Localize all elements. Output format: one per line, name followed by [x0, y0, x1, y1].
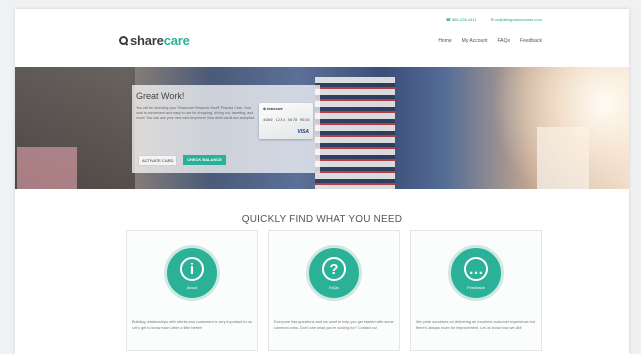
page-frame: ☎ 866-228-4411 ✉ cs@allsignaturecards.co…: [15, 9, 629, 354]
section-title: QUICKLY FIND WHAT YOU NEED: [241, 214, 403, 225]
question-icon: ?: [322, 257, 346, 281]
about-tile[interactable]: i About Building relationships with clie…: [126, 230, 258, 351]
feedback-tile[interactable]: … Feedback We pride ourselves on deliver…: [410, 230, 542, 351]
prepaid-card-image: ⊕ sharecare 4000 1234 5678 9010 VISA: [259, 103, 313, 139]
nav-faqs[interactable]: FAQs: [498, 38, 511, 44]
check-balance-button[interactable]: CHECK BALANCE: [183, 155, 226, 165]
faqs-tile[interactable]: ? FAQs Everyone has questions and we wan…: [268, 230, 400, 351]
email-link[interactable]: ✉ cs@allsignaturecards.com: [491, 17, 542, 22]
card-number: 4000 1234 5678 9010: [263, 118, 310, 122]
logo-suffix: care: [163, 33, 190, 48]
faqs-label: FAQs: [328, 285, 339, 290]
feedback-button[interactable]: … Feedback: [448, 245, 504, 301]
faqs-text: Everyone has questions and we want to he…: [274, 320, 394, 330]
hero-photo-bag: [17, 147, 77, 189]
feedback-text: We pride ourselves on delivering an exce…: [416, 320, 535, 330]
nav-home[interactable]: Home: [438, 38, 451, 44]
visa-logo: VISA: [297, 129, 309, 135]
logo-prefix: share: [130, 33, 164, 48]
chat-bubble-icon: …: [464, 257, 488, 281]
main-nav: Home My Account FAQs Feedback: [438, 38, 542, 44]
quick-links: i About Building relationships with clie…: [126, 230, 542, 351]
promo-panel: Great Work! You will be receiving your S…: [132, 85, 320, 173]
info-icon: i: [180, 257, 204, 281]
feedback-label: Feedback: [467, 285, 485, 290]
contact-bar: ☎ 866-228-4411 ✉ cs@allsignaturecards.co…: [446, 17, 542, 22]
about-button[interactable]: i About: [164, 245, 220, 301]
about-text: Building relationships with clients and …: [132, 320, 253, 330]
hero-photo-light: [469, 67, 629, 189]
logo-text: sharecare: [130, 33, 190, 48]
promo-title: Great Work!: [136, 91, 185, 101]
nav-feedback[interactable]: Feedback: [520, 38, 542, 44]
hero-banner: Great Work! You will be receiving your S…: [15, 67, 629, 189]
logo-icon: [119, 36, 128, 45]
sharecare-logo[interactable]: sharecare: [119, 33, 190, 48]
phone-link[interactable]: ☎ 866-228-4411: [446, 17, 477, 22]
promo-body: You will be receiving your Sharecare Rew…: [136, 106, 256, 120]
card-brand: ⊕ sharecare: [263, 107, 283, 111]
nav-my-account[interactable]: My Account: [462, 38, 488, 44]
faqs-button[interactable]: ? FAQs: [306, 245, 362, 301]
about-label: About: [186, 285, 198, 290]
hero-photo-shirt: [315, 77, 395, 189]
activate-card-button[interactable]: ACTIVATE CARD: [138, 155, 178, 166]
